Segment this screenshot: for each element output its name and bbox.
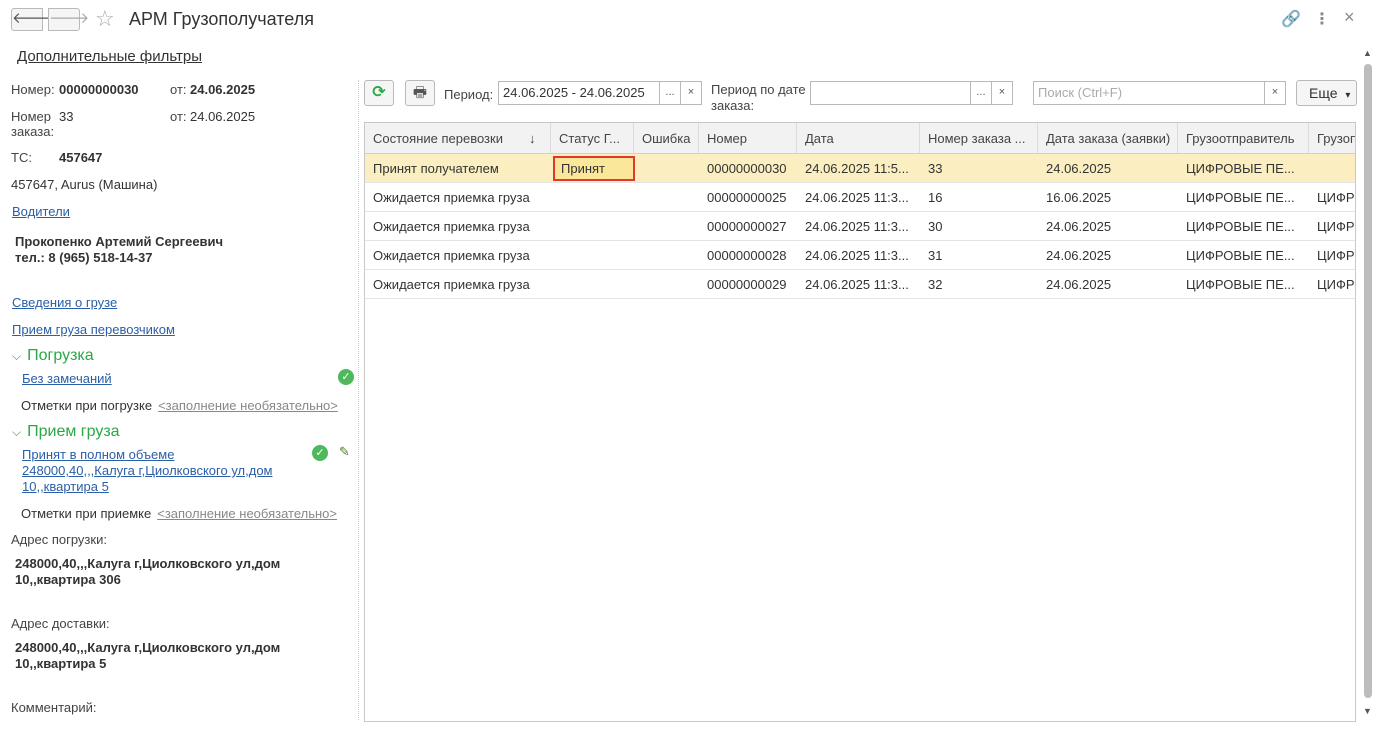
date-value: 24.06.2025 bbox=[190, 82, 256, 97]
drivers-link[interactable]: Водители bbox=[12, 204, 70, 219]
loading-status-link[interactable]: Без замечаний bbox=[22, 371, 112, 386]
scroll-down-icon[interactable]: ▼ bbox=[1363, 706, 1372, 716]
vehicle-label: ТС: bbox=[11, 150, 32, 165]
additional-filters-link[interactable]: Дополнительные фильтры bbox=[17, 48, 202, 65]
more-menu-icon[interactable]: ⋮ bbox=[1314, 9, 1330, 29]
receive-marks-row: Отметки при приемке <заполнение необязате… bbox=[21, 506, 337, 521]
panel-splitter[interactable] bbox=[358, 80, 359, 720]
delivery-address-label: Адрес доставки: bbox=[11, 616, 110, 631]
order-period-label: Период по дате bbox=[711, 82, 806, 97]
favorite-star-icon[interactable]: ☆ bbox=[95, 6, 115, 32]
cargo-carrier-link[interactable]: Прием груза перевозчиком bbox=[12, 322, 175, 337]
pencil-icon[interactable]: ✎ bbox=[339, 444, 350, 460]
order-date-from-label: от: bbox=[170, 109, 187, 124]
selected-cell[interactable]: Принят bbox=[553, 156, 635, 181]
table-row[interactable]: Ожидается приемка груза 00000000029 24.0… bbox=[365, 270, 1355, 299]
order-date-value: 24.06.2025 bbox=[190, 109, 256, 124]
close-icon[interactable]: × bbox=[1344, 7, 1355, 28]
number-label: Номер: bbox=[11, 82, 55, 97]
chevron-down-icon: ⌵ bbox=[12, 349, 22, 363]
period-select-button[interactable]: ... bbox=[659, 81, 681, 105]
loading-address-line1: 248000,40,,,Калуга г,Циолковского ул,дом bbox=[15, 556, 281, 571]
column-header-transport-state[interactable]: Состояние перевозки ↓ bbox=[365, 123, 551, 153]
title-bar: 🡐 🡒 ☆ АРМ Грузополучателя 🔗 ⋮ × bbox=[0, 0, 1376, 40]
refresh-icon: ⟳ bbox=[372, 84, 386, 101]
table-row[interactable]: Ожидается приемка груза 00000000028 24.0… bbox=[365, 241, 1355, 270]
order-period-select-button[interactable]: ... bbox=[970, 81, 992, 105]
check-circle-icon: ✓ bbox=[312, 445, 328, 461]
print-button[interactable]: 🖶 bbox=[405, 80, 435, 106]
column-header-status[interactable]: Статус Г... bbox=[551, 123, 634, 153]
column-header-shipper[interactable]: Грузоотправитель bbox=[1178, 123, 1309, 153]
column-header-number[interactable]: Номер bbox=[699, 123, 797, 153]
column-header-order-date[interactable]: Дата заказа (заявки) bbox=[1038, 123, 1178, 153]
receive-section-header[interactable]: ⌵ Прием груза bbox=[12, 423, 120, 441]
sort-down-icon: ↓ bbox=[529, 131, 536, 146]
loading-marks-row: Отметки при погрузке <заполнение необязат… bbox=[21, 398, 338, 413]
document-details-panel: Дополнительные фильтры Номер: 0000000003… bbox=[0, 40, 358, 732]
loading-address-label: Адрес погрузки: bbox=[11, 532, 107, 547]
link-icon[interactable]: 🔗 bbox=[1281, 9, 1301, 29]
order-number-value: 33 bbox=[59, 109, 74, 124]
vehicle-value: 457647 bbox=[59, 150, 103, 165]
loading-marks-input[interactable]: <заполнение необязательно> bbox=[158, 398, 338, 413]
chevron-down-icon: ⌵ bbox=[12, 425, 22, 439]
delivery-address-line2: 10,,квартира 5 bbox=[15, 656, 107, 671]
cargo-info-link[interactable]: Сведения о грузе bbox=[12, 295, 117, 310]
receive-status-address-line1[interactable]: 248000,40,,,Калуга г,Циолковского ул,дом bbox=[22, 463, 273, 478]
print-icon: 🖶 bbox=[412, 84, 428, 101]
loading-section-title: Погрузка bbox=[27, 347, 94, 364]
receive-section-title: Прием груза bbox=[27, 423, 120, 440]
driver-phone: тел.: 8 (965) 518-14-37 bbox=[15, 250, 153, 265]
table-header: Состояние перевозки ↓ Статус Г... Ошибка… bbox=[365, 123, 1355, 154]
delivery-address-line1: 248000,40,,,Калуга г,Циолковского ул,дом bbox=[15, 640, 281, 655]
chevron-down-icon: ▾ bbox=[1345, 90, 1351, 101]
period-input[interactable]: 24.06.2025 - 24.06.2025 bbox=[498, 81, 660, 105]
period-clear-button[interactable]: × bbox=[680, 81, 702, 105]
driver-name: Прокопенко Артемий Сергеевич bbox=[15, 234, 224, 249]
order-number-label-2: заказа: bbox=[11, 124, 55, 139]
order-period-clear-button[interactable]: × bbox=[991, 81, 1013, 105]
order-period-label-2: заказа: bbox=[711, 98, 755, 113]
refresh-button[interactable]: ⟳ bbox=[364, 80, 394, 106]
date-from-label: от: bbox=[170, 82, 187, 97]
column-header-error[interactable]: Ошибка bbox=[634, 123, 699, 153]
order-number-label: Номер bbox=[11, 109, 52, 124]
receive-marks-label: Отметки при приемке bbox=[21, 506, 152, 521]
number-value: 00000000030 bbox=[59, 82, 139, 97]
receive-status-address-line2[interactable]: 10,,квартира 5 bbox=[22, 479, 109, 494]
column-header-consignee[interactable]: Грузоп bbox=[1309, 123, 1355, 153]
table-row[interactable]: Принят получателем Принят 00000000030 24… bbox=[365, 154, 1355, 183]
receive-marks-input[interactable]: <заполнение необязательно> bbox=[157, 506, 337, 521]
loading-section-header[interactable]: ⌵ Погрузка bbox=[12, 347, 94, 365]
scrollbar-thumb[interactable] bbox=[1364, 64, 1372, 698]
scroll-up-icon[interactable]: ▲ bbox=[1363, 48, 1372, 58]
table-row[interactable]: Ожидается приемка груза 00000000027 24.0… bbox=[365, 212, 1355, 241]
order-period-input[interactable] bbox=[810, 81, 972, 105]
forward-button[interactable]: 🡒 bbox=[48, 8, 89, 31]
arrow-right-icon: 🡒 bbox=[49, 10, 90, 27]
vertical-scrollbar[interactable]: ▲ ▼ bbox=[1362, 40, 1374, 720]
more-label: Еще bbox=[1309, 85, 1338, 101]
column-header-date[interactable]: Дата bbox=[797, 123, 920, 153]
table-row[interactable]: Ожидается приемка груза 00000000025 24.0… bbox=[365, 183, 1355, 212]
check-circle-icon: ✓ bbox=[338, 369, 354, 385]
search-clear-button[interactable]: × bbox=[1264, 81, 1286, 105]
shipments-table: Состояние перевозки ↓ Статус Г... Ошибка… bbox=[364, 122, 1356, 722]
arrow-left-icon: 🡐 bbox=[12, 10, 53, 27]
comment-label: Комментарий: bbox=[11, 700, 97, 715]
more-actions-button[interactable]: Еще ▾ bbox=[1296, 80, 1357, 106]
window-title: АРМ Грузополучателя bbox=[129, 9, 314, 29]
vehicle-description: 457647, Aurus (Машина) bbox=[11, 177, 158, 192]
period-label: Период: bbox=[444, 87, 494, 102]
receive-status-link[interactable]: Принят в полном объеме bbox=[22, 447, 174, 462]
loading-address-line2: 10,,квартира 306 bbox=[15, 572, 121, 587]
search-input[interactable]: Поиск (Ctrl+F) bbox=[1033, 81, 1266, 105]
back-button[interactable]: 🡐 bbox=[11, 8, 52, 31]
column-header-order-number[interactable]: Номер заказа ... bbox=[920, 123, 1038, 153]
loading-marks-label: Отметки при погрузке bbox=[21, 398, 153, 413]
